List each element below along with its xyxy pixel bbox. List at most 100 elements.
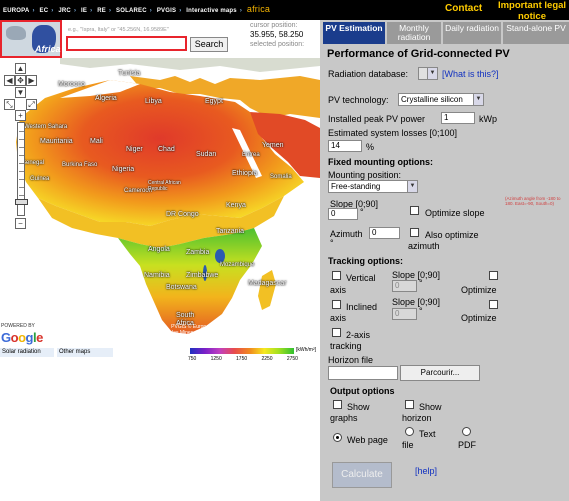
map-label: Western Sahara [24, 124, 68, 130]
optimize-slope-label: Optimize slope [425, 208, 485, 218]
text-file-label-2: file [402, 440, 414, 450]
tab-stand-alone-pv[interactable]: Stand-alone PV [503, 22, 569, 44]
losses-input[interactable]: 14 [328, 140, 362, 152]
breadcrumb-item[interactable]: PVGIS [157, 8, 176, 14]
map-label: Sudan [196, 151, 217, 158]
map-label: Angola [148, 246, 170, 253]
pan-left-button[interactable]: ◀ [4, 75, 15, 86]
breadcrumb-item[interactable]: RE [97, 8, 106, 14]
radiation-db-label: Radiation database: [328, 69, 409, 79]
calculate-button[interactable]: Calculate [332, 462, 392, 488]
region-selector[interactable]: Africa [0, 20, 62, 58]
map-label: DR Congo [166, 211, 199, 218]
browse-button[interactable]: Parcourir... [400, 365, 480, 381]
expand-icon[interactable]: ⤡ [4, 99, 15, 110]
two-axis-checkbox[interactable] [332, 328, 341, 337]
pan-right-button[interactable]: ▶ [26, 75, 37, 86]
legend-unit: [kWh/m²] [296, 347, 316, 353]
two-axis-label: 2-axis [346, 330, 371, 340]
solar-map[interactable]: Morocco Algeria Libya Egypt Tunisia West… [0, 58, 320, 346]
what-is-this-link[interactable]: [What is this?] [442, 69, 499, 79]
europe-thumbnail-icon [6, 26, 26, 40]
legend-tick: 2250 [261, 356, 273, 362]
show-horizon-label-2: horizon [402, 413, 432, 423]
zoom-in-button[interactable]: + [15, 110, 26, 121]
mounting-position-value: Free-standing [331, 182, 381, 191]
legend-tick: 1750 [236, 356, 248, 362]
map-label: Burkina Faso [62, 162, 98, 168]
breadcrumb-item[interactable]: EC [40, 8, 49, 14]
pdf-radio[interactable] [462, 427, 471, 436]
vertical-optimize-label: Optimize [461, 285, 497, 295]
center-icon[interactable]: ✥ [15, 75, 26, 86]
vertical-slope-input[interactable]: 0 [392, 280, 417, 292]
optimize-slope-checkbox[interactable] [410, 206, 419, 215]
breadcrumb-item[interactable]: SOLAREC [116, 8, 147, 14]
map-label: Mozambique [220, 262, 255, 268]
tab-monthly-radiation[interactable]: Monthly radiation [387, 22, 441, 44]
peak-power-input[interactable]: 1 [441, 112, 475, 124]
tab-solar-radiation[interactable]: Solar radiation [0, 348, 54, 357]
web-page-label: Web page [347, 435, 388, 445]
show-graphs-label-2: graphs [330, 413, 358, 423]
fixed-mounting-heading: Fixed mounting options: [328, 157, 433, 167]
legend-tick: 1250 [210, 356, 222, 362]
map-label: Mali [90, 138, 103, 145]
pan-down-button[interactable]: ▼ [15, 87, 26, 98]
tab-pv-estimation[interactable]: PV Estimation [323, 22, 385, 44]
inclined-slope-input[interactable]: 0 [392, 308, 417, 320]
breadcrumb-item[interactable]: IE [81, 8, 87, 14]
show-graphs-checkbox[interactable] [333, 400, 342, 409]
zoom-slider[interactable] [15, 122, 28, 216]
breadcrumb-item[interactable]: EUROPA [3, 8, 29, 14]
tab-daily-radiation[interactable]: Daily radiation [443, 22, 501, 44]
powered-by-label: POWERED BY [1, 323, 35, 329]
zoom-slider-thumb[interactable] [15, 199, 28, 205]
cursor-position-value: 35.955, 58.250 [250, 30, 304, 39]
tab-other-maps[interactable]: Other maps [57, 348, 113, 357]
web-page-radio[interactable] [333, 433, 342, 442]
azimuth-input[interactable]: 0 [369, 227, 400, 239]
azimuth-note: (Azimuth angle from -180 to 180. East=-9… [505, 196, 561, 206]
inclined-optimize-checkbox[interactable] [489, 300, 498, 309]
search-input[interactable] [66, 36, 187, 51]
inclined-axis-checkbox[interactable] [332, 300, 341, 309]
vertical-slope-degree: ° [419, 278, 423, 288]
selected-position-label: selected position: [250, 41, 305, 48]
map-label: Niger [126, 146, 143, 153]
radiation-db-select[interactable]: ▼ [418, 67, 438, 80]
show-horizon-checkbox[interactable] [405, 400, 414, 409]
map-label: Tanzania [216, 228, 245, 235]
map-label: Morocco [58, 81, 85, 88]
help-link[interactable]: [help] [415, 466, 437, 476]
map-label: Senegal [22, 160, 45, 166]
show-horizon-label: Show [419, 402, 442, 412]
pan-up-button[interactable]: ▲ [15, 63, 26, 74]
also-optimize-label-2: azimuth [408, 241, 440, 251]
region-label: Africa [35, 44, 61, 54]
map-label: Namibia [144, 272, 170, 279]
slope-input[interactable]: 0 [328, 208, 358, 220]
search-button[interactable]: Search [190, 37, 228, 52]
zoom-out-button[interactable]: − [15, 218, 26, 229]
vertical-axis-checkbox[interactable] [332, 271, 341, 280]
mounting-position-select[interactable]: Free-standing ▼ [328, 180, 418, 193]
optimize-azimuth-checkbox[interactable] [410, 228, 419, 237]
horizon-file-label: Horizon file [328, 355, 374, 365]
breadcrumb-item[interactable]: Interactive maps [186, 8, 237, 14]
map-label: Central African Republic [148, 180, 181, 192]
breadcrumb-current: africa [246, 4, 271, 14]
collapse-icon[interactable]: ⤢ [26, 99, 37, 110]
pv-tech-select[interactable]: Crystalline silicon ▼ [398, 93, 484, 106]
losses-label: Estimated system losses [0;100] [328, 128, 458, 138]
breadcrumb-item[interactable]: JRC [58, 8, 71, 14]
map-label: Algeria [95, 95, 117, 102]
text-file-radio[interactable] [405, 427, 414, 436]
horizon-file-input[interactable] [328, 366, 398, 380]
map-label: Ethiopia [232, 170, 258, 177]
map-label: Libya [145, 98, 162, 105]
map-label: Botswana [166, 284, 197, 291]
vertical-optimize-checkbox[interactable] [489, 271, 498, 280]
contact-link[interactable]: Contact [445, 3, 482, 14]
map-label: Eritrea [242, 152, 260, 158]
